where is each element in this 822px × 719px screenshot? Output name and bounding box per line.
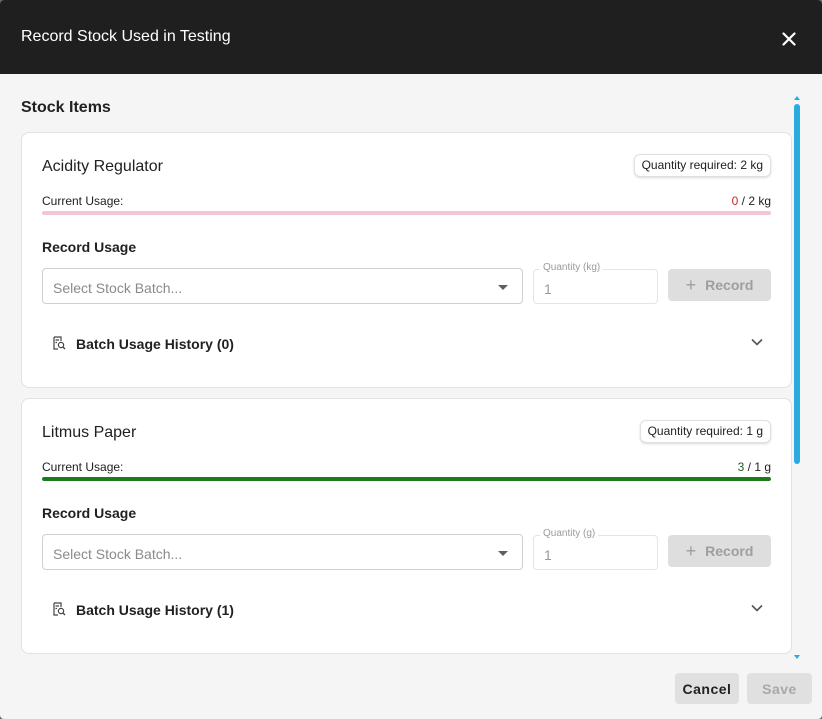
record-button-label: Record	[705, 277, 754, 293]
save-button[interactable]: Save	[747, 673, 812, 704]
scroll-up-arrow[interactable]	[794, 96, 800, 100]
close-icon	[782, 32, 796, 46]
batch-usage-history-label: Batch Usage History (1)	[76, 602, 234, 618]
item-name: Litmus Paper	[42, 424, 137, 441]
plus-icon: +	[685, 275, 697, 295]
scroll-down-arrow[interactable]	[794, 655, 800, 659]
stock-item-card-litmus-paper: Litmus Paper Quantity required: 1 g Curr…	[21, 398, 792, 654]
quantity-input[interactable]: Quantity (g) 1	[533, 528, 658, 570]
usage-progress-bar	[42, 211, 771, 215]
current-usage-label: Current Usage:	[42, 460, 124, 474]
select-placeholder: Select Stock Batch...	[53, 280, 183, 296]
stock-item-card-acidity-regulator: Acidity Regulator Quantity required: 2 k…	[21, 132, 792, 388]
dialog-header: Record Stock Used in Testing	[0, 0, 822, 74]
section-title: Stock Items	[21, 99, 111, 116]
batch-usage-history-label: Batch Usage History (0)	[76, 336, 234, 352]
quantity-required-chip: Quantity required: 1 g	[639, 420, 771, 443]
quantity-label: Quantity (g)	[540, 528, 599, 539]
dialog-content: Stock Items Acidity Regulator Quantity r…	[0, 74, 822, 660]
select-placeholder: Select Stock Batch...	[53, 546, 183, 562]
dialog-title: Record Stock Used in Testing	[21, 28, 231, 45]
scrollbar-thumb[interactable]	[794, 104, 800, 464]
current-usage-value: 3 / 1 g	[738, 460, 771, 474]
record-usage-title: Record Usage	[42, 239, 137, 255]
dropdown-arrow-icon	[498, 285, 508, 290]
item-name: Acidity Regulator	[42, 158, 163, 175]
record-button[interactable]: + Record	[668, 535, 771, 567]
batch-history-icon	[53, 336, 66, 350]
record-usage-title: Record Usage	[42, 505, 137, 521]
batch-usage-history-toggle[interactable]: Batch Usage History (1)	[42, 595, 771, 625]
stock-batch-select[interactable]: Select Stock Batch...	[42, 534, 523, 570]
batch-usage-history-toggle[interactable]: Batch Usage History (0)	[42, 329, 771, 359]
usage-progress-fill	[42, 477, 771, 481]
usage-progress-bar	[42, 477, 771, 481]
close-button[interactable]	[776, 26, 802, 52]
record-button-label: Record	[705, 543, 754, 559]
quantity-label: Quantity (kg)	[540, 262, 604, 273]
stock-batch-select[interactable]: Select Stock Batch...	[42, 268, 523, 304]
record-button[interactable]: + Record	[668, 269, 771, 301]
quantity-value: 1	[544, 547, 552, 563]
record-stock-dialog: Record Stock Used in Testing Stock Items…	[0, 0, 822, 719]
usage-total: / 2 kg	[738, 194, 771, 208]
quantity-required-chip: Quantity required: 2 kg	[633, 154, 771, 177]
plus-icon: +	[685, 541, 697, 561]
chevron-down-icon	[751, 338, 763, 346]
dropdown-arrow-icon	[498, 551, 508, 556]
quantity-input[interactable]: Quantity (kg) 1	[533, 262, 658, 304]
chevron-down-icon	[751, 604, 763, 612]
batch-history-icon	[53, 602, 66, 616]
usage-total: / 1 g	[744, 460, 771, 474]
quantity-value: 1	[544, 281, 552, 297]
current-usage-value: 0 / 2 kg	[732, 194, 771, 208]
cancel-button[interactable]: Cancel	[675, 673, 739, 704]
current-usage-label: Current Usage:	[42, 194, 124, 208]
